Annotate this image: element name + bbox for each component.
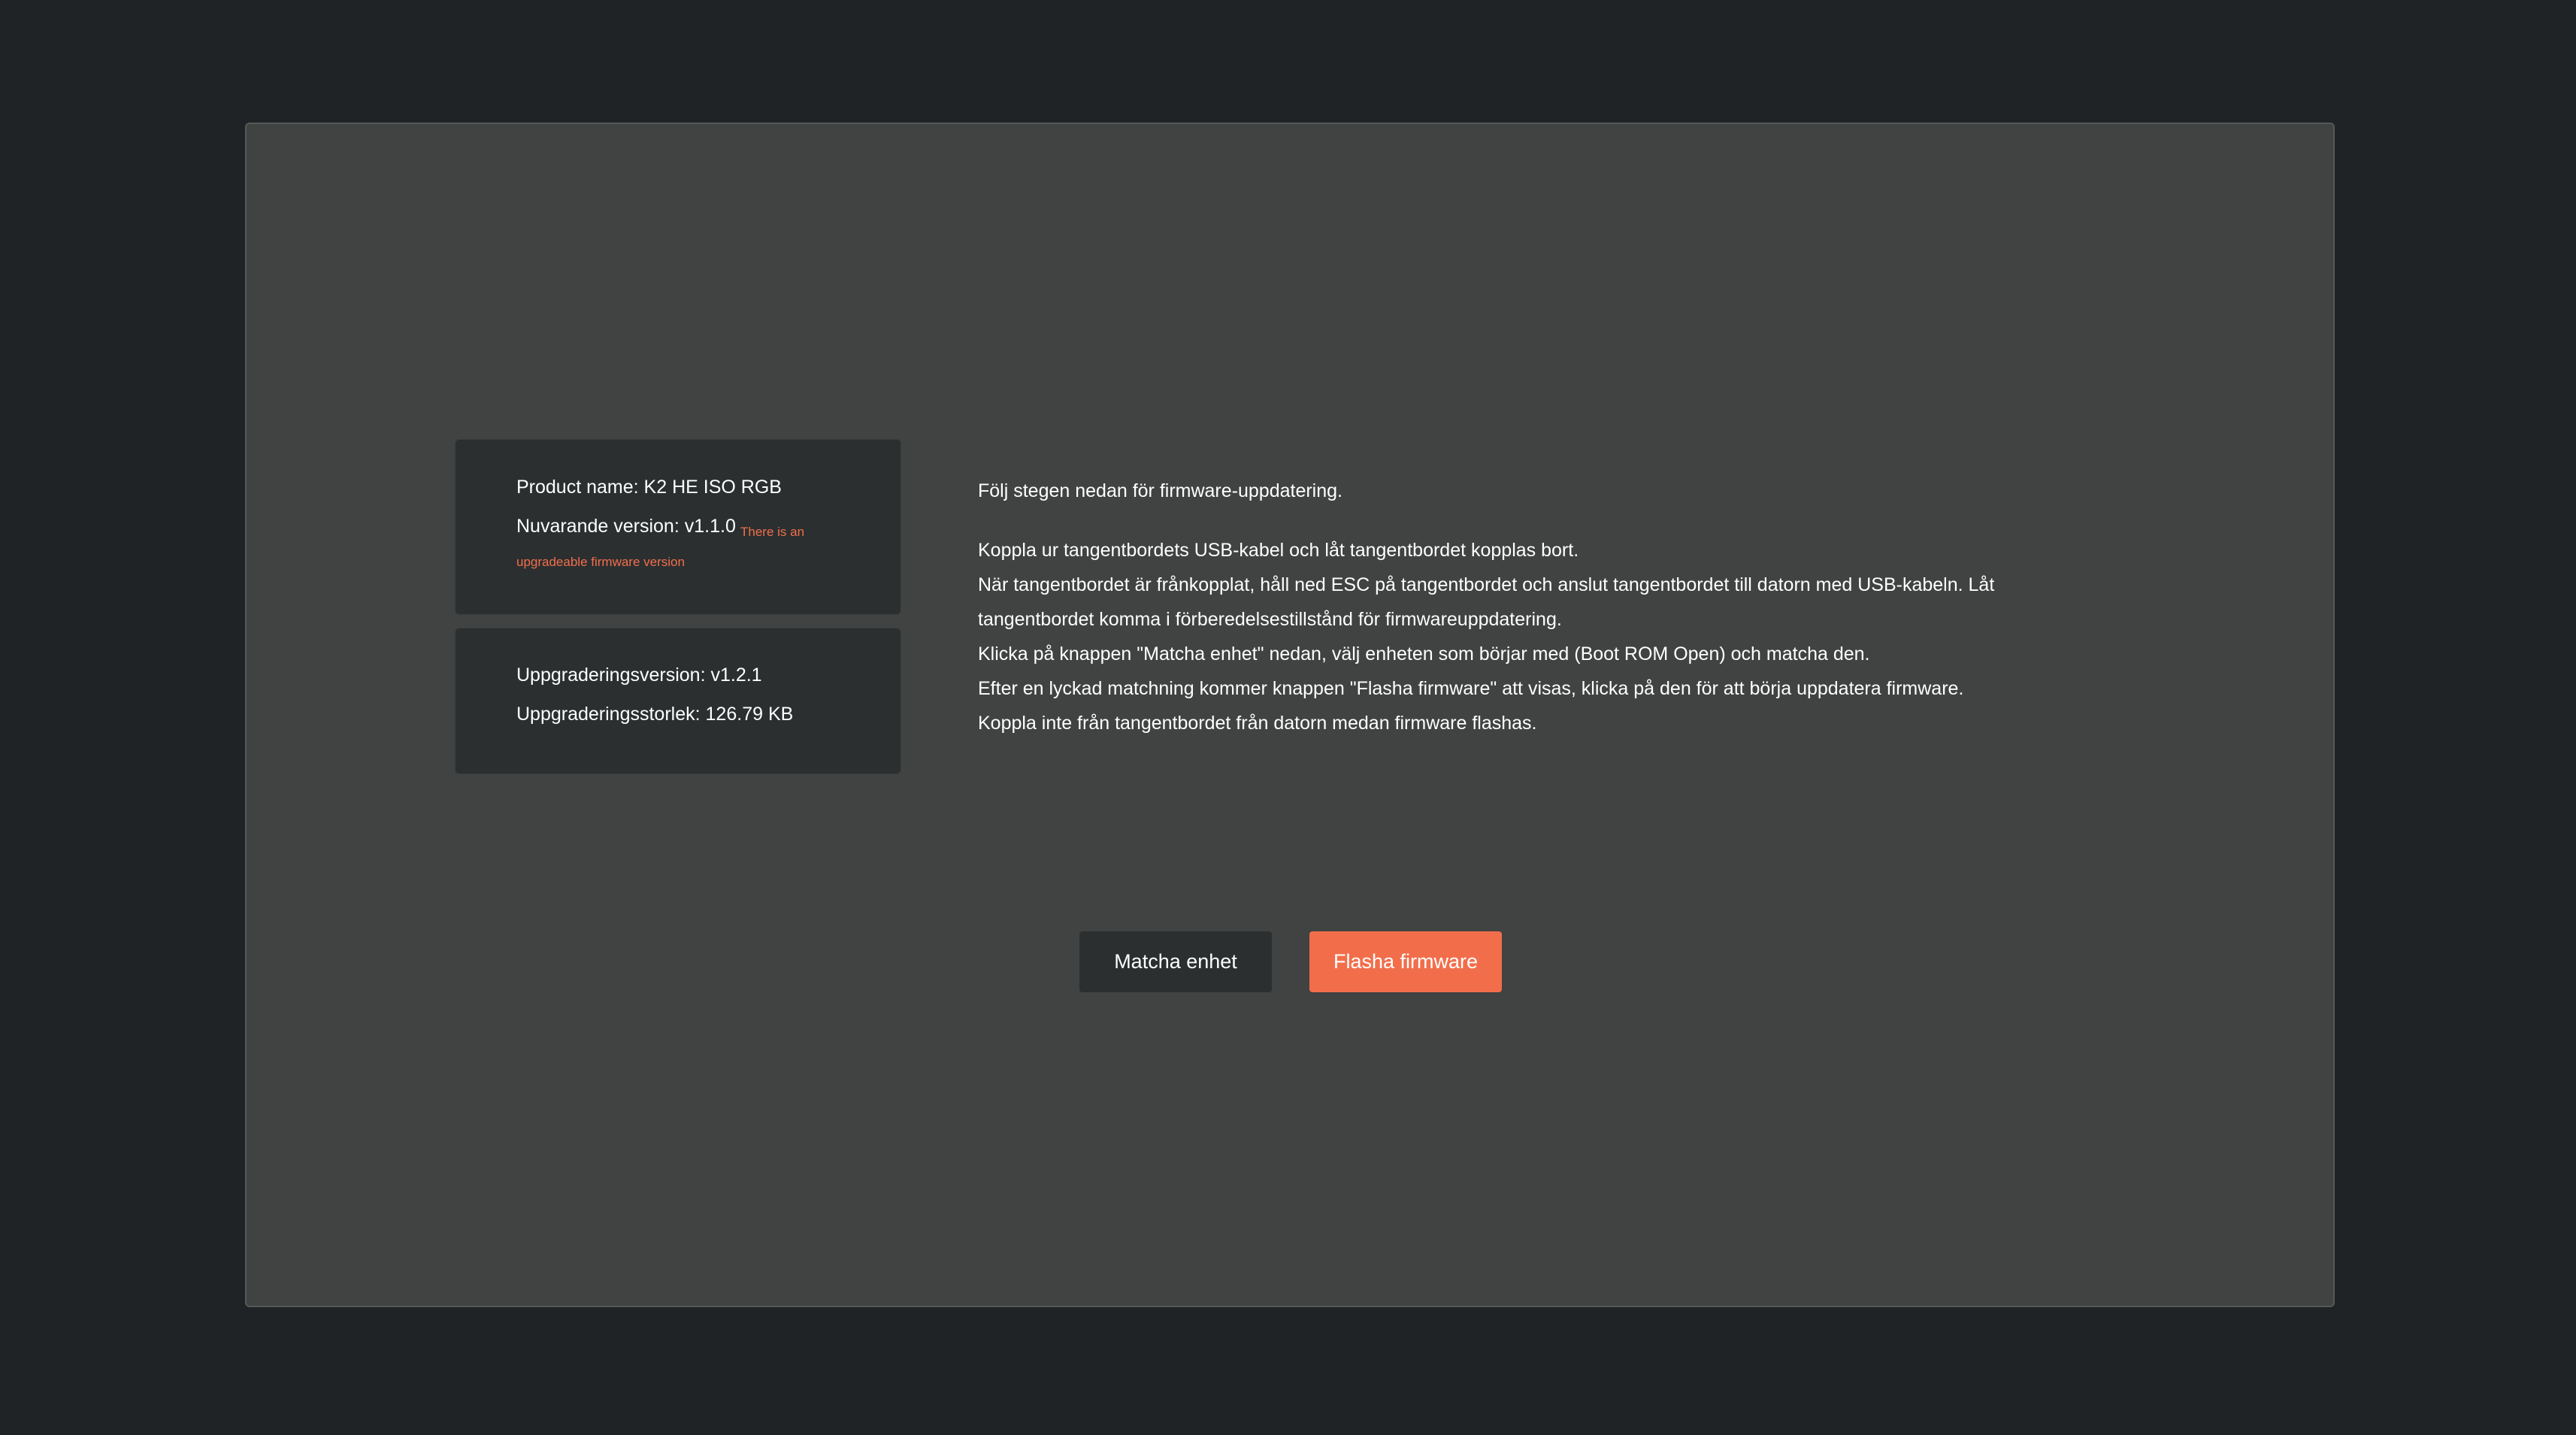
product-info-card: Product name: K2 HE ISO RGB Nuvarande ve… [455, 439, 901, 615]
instruction-step: När tangentbordet är frånkopplat, håll n… [978, 574, 1995, 630]
instructions-intro: Följ stegen nedan för firmware-uppdateri… [978, 480, 1342, 501]
product-name-value: K2 HE ISO RGB [643, 477, 782, 498]
instructions-text: Följ stegen nedan för firmware-uppdateri… [978, 474, 2030, 740]
upgrade-size-label: Uppgraderingsstorlek: [516, 704, 701, 725]
upgrade-version-label: Uppgraderingsversion: [516, 665, 706, 686]
upgrade-version-value: v1.2.1 [710, 665, 762, 686]
instruction-step: Efter en lyckad matchning kommer knappen… [978, 678, 1964, 699]
product-name-label: Product name: [516, 477, 639, 498]
flash-firmware-button[interactable]: Flasha firmware [1309, 931, 1502, 992]
product-name-row: Product name: K2 HE ISO RGB [516, 474, 782, 500]
upgrade-version-row: Uppgraderingsversion: v1.2.1 [516, 662, 762, 688]
upgrade-info-card: Uppgraderingsversion: v1.2.1 Uppgraderin… [455, 628, 901, 774]
match-device-button[interactable]: Matcha enhet [1079, 931, 1272, 992]
instruction-step: Koppla ur tangentbordets USB-kabel och l… [978, 540, 1579, 561]
upgrade-size-row: Uppgraderingsstorlek: 126.79 KB [516, 701, 793, 727]
upgrade-available-note: There is an upgradeable firmware version [516, 525, 805, 569]
upgrade-size-value: 126.79 KB [705, 704, 794, 725]
instruction-step: Klicka på knappen "Matcha enhet" nedan, … [978, 643, 1870, 665]
instruction-step: Koppla inte från tangentbordet från dato… [978, 713, 1537, 734]
